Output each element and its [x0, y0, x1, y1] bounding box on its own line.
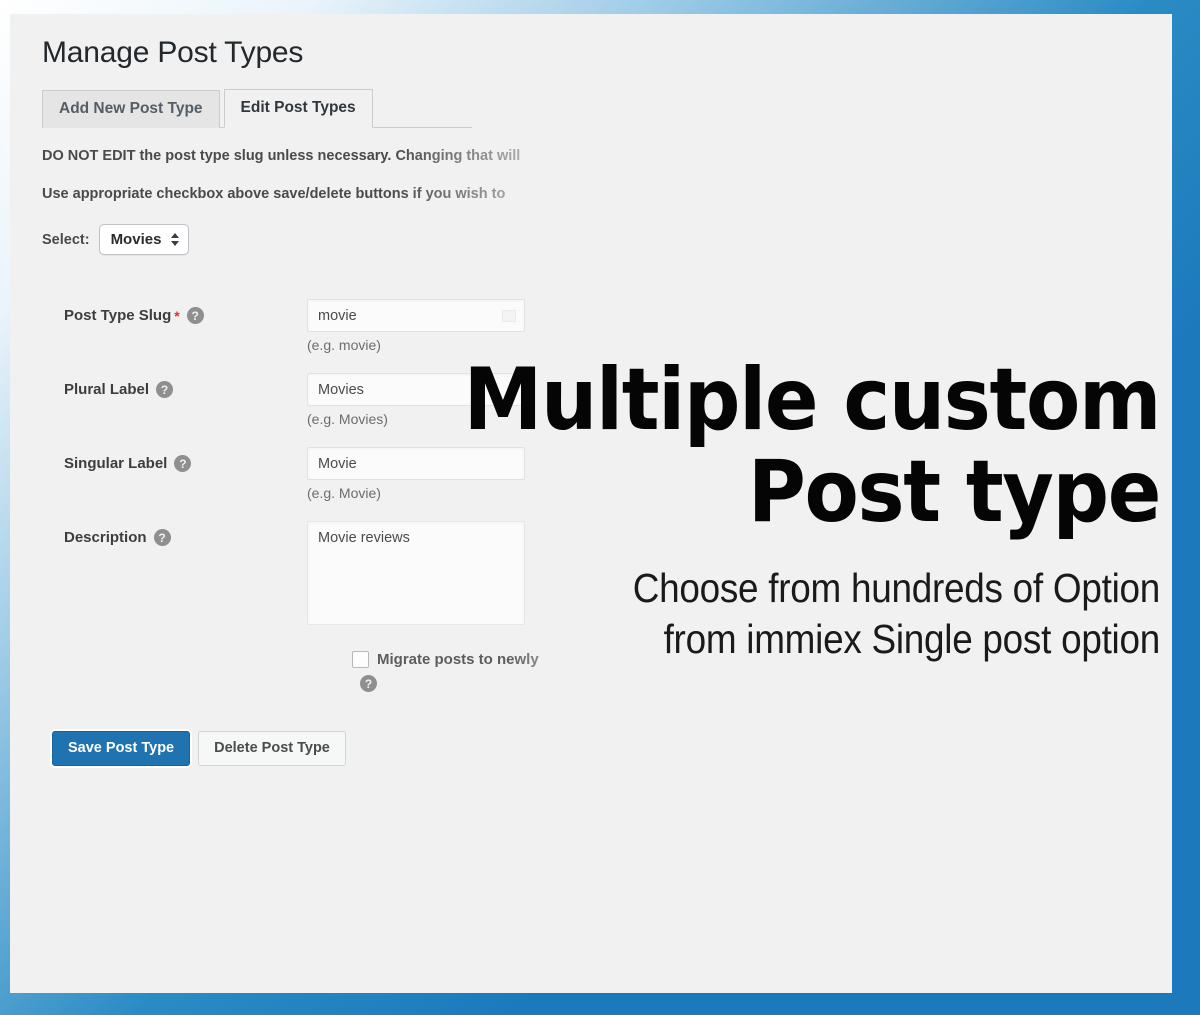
hint-plural-label: (e.g. Movies) [307, 411, 388, 428]
help-icon-migrate[interactable]: ? [360, 675, 377, 693]
action-buttons: Save Post Type Delete Post Type [52, 730, 1172, 766]
tab-add-new-post-type[interactable]: Add New Post Type [42, 90, 220, 128]
label-plural-label: Plural Label [64, 381, 150, 399]
post-type-select[interactable]: Movies [98, 224, 190, 256]
screenshot-panel: Manage Post Types Add New Post Type Edit… [10, 14, 1172, 993]
post-type-slug-input[interactable]: movie [307, 299, 525, 333]
migrate-label: Migrate posts to newly [377, 651, 539, 669]
admin-page: Manage Post Types Add New Post Type Edit… [10, 14, 1172, 993]
singular-label-input[interactable]: Movie [307, 447, 525, 481]
field-cell-post-type-slug: movie (e.g. movie) [307, 299, 525, 353]
field-cell-singular-label: Movie (e.g. Movie) [307, 447, 525, 501]
help-icon-description[interactable]: ? [153, 529, 171, 547]
post-type-slug-value: movie [318, 307, 357, 324]
field-cell-plural-label: Movies (e.g. Movies) [307, 373, 525, 427]
label-cell-singular-label: Singular Label ? [42, 447, 307, 473]
help-icon-singular-label[interactable]: ? [174, 455, 192, 473]
form-row-singular-label: Singular Label ? Movie (e.g. Movie) [42, 447, 1172, 501]
label-description: Description [64, 529, 147, 547]
select-row: Select: Movies [42, 224, 1172, 256]
form-row-description: Description ? Movie reviews [42, 521, 1172, 626]
label-cell-description: Description ? [42, 521, 307, 547]
form-row-post-type-slug: Post Type Slug * ? movie (e.g. movie) [42, 299, 1172, 353]
delete-post-type-button[interactable]: Delete Post Type [198, 730, 346, 766]
label-cell-plural-label: Plural Label ? [42, 373, 307, 399]
tab-bar: Add New Post Type Edit Post Types [42, 88, 472, 128]
migrate-line: Migrate posts to newly [352, 651, 652, 669]
label-singular-label: Singular Label [64, 455, 168, 473]
migrate-checkbox[interactable] [352, 651, 369, 669]
migrate-row: Migrate posts to newly ? [42, 651, 1172, 693]
plural-label-input[interactable]: Movies [307, 373, 525, 407]
field-cell-description: Movie reviews [307, 521, 525, 626]
plural-label-value: Movies [318, 381, 364, 398]
hint-post-type-slug: (e.g. movie) [307, 337, 381, 354]
chevron-updown-icon [171, 233, 180, 247]
promotional-frame: Manage Post Types Add New Post Type Edit… [0, 0, 1200, 1015]
label-post-type-slug: Post Type Slug [64, 307, 172, 325]
page-title: Manage Post Types [42, 36, 304, 69]
description-textarea[interactable]: Movie reviews [307, 521, 525, 626]
form-row-plural-label: Plural Label ? Movies (e.g. Movies) [42, 373, 1172, 427]
post-type-select-value: Movies [110, 231, 162, 249]
singular-label-value: Movie [318, 455, 357, 472]
tab-edit-post-types[interactable]: Edit Post Types [223, 89, 373, 128]
post-type-form: Post Type Slug * ? movie (e.g. movie) Pl… [42, 299, 1172, 766]
save-post-type-button[interactable]: Save Post Type [52, 730, 191, 766]
label-cell-post-type-slug: Post Type Slug * ? [42, 299, 307, 325]
notice-checkbox-hint: Use appropriate checkbox above save/dele… [42, 185, 506, 202]
hint-singular-label: (e.g. Movie) [307, 485, 381, 502]
help-icon-plural-label[interactable]: ? [156, 381, 174, 399]
select-label: Select: [42, 231, 90, 248]
notice-slug-warning: DO NOT EDIT the post type slug unless ne… [42, 147, 521, 164]
autofill-icon[interactable] [502, 309, 516, 322]
help-icon-post-type-slug[interactable]: ? [186, 307, 204, 325]
